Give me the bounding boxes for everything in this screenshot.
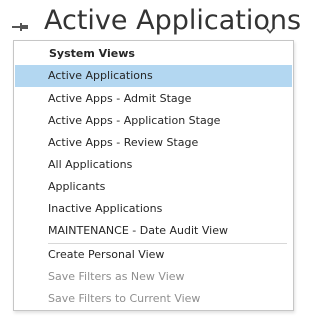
view-item-maintenance-date-audit[interactable]: MAINTENANCE - Date Audit View bbox=[15, 220, 292, 242]
system-views-header: System Views bbox=[49, 47, 135, 60]
view-selector-header[interactable]: Active Applications bbox=[0, 0, 301, 40]
view-item-inactive-applications[interactable]: Inactive Applications bbox=[15, 198, 292, 220]
view-item-active-apps-admit-stage[interactable]: Active Apps - Admit Stage bbox=[15, 88, 292, 110]
view-item-applicants[interactable]: Applicants bbox=[15, 176, 292, 198]
view-item-all-applications[interactable]: All Applications bbox=[15, 154, 292, 176]
chevron-down-icon[interactable] bbox=[266, 19, 274, 34]
view-title[interactable]: Active Applications bbox=[44, 3, 301, 39]
pin-icon[interactable] bbox=[12, 17, 28, 31]
create-personal-view-button[interactable]: Create Personal View bbox=[15, 244, 292, 266]
save-filters-as-new-view-button[interactable]: Save Filters as New View bbox=[15, 266, 292, 288]
view-item-active-applications[interactable]: Active Applications bbox=[15, 65, 292, 87]
view-item-active-apps-application-stage[interactable]: Active Apps - Application Stage bbox=[15, 110, 292, 132]
view-item-active-apps-review-stage[interactable]: Active Apps - Review Stage bbox=[15, 132, 292, 154]
view-dropdown-menu: System Views Active Applications Active … bbox=[13, 40, 294, 311]
save-filters-to-current-view-button[interactable]: Save Filters to Current View bbox=[15, 288, 292, 310]
